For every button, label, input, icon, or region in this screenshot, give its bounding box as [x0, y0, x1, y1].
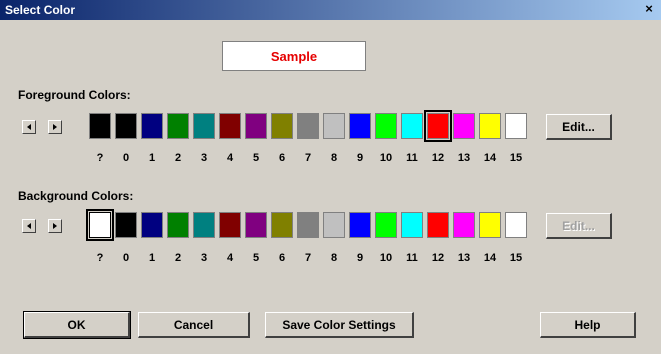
fg-swatch-1[interactable] [141, 113, 163, 139]
fg-swatch-12[interactable] [424, 110, 452, 142]
bg-swatch-4[interactable] [219, 212, 241, 238]
bg-swatch-label: 5 [252, 252, 260, 264]
bg-swatch-12[interactable] [427, 212, 449, 238]
bg-swatch-0[interactable] [115, 212, 137, 238]
fg-swatch-label: 14 [483, 152, 497, 164]
fg-swatch-label: 1 [148, 152, 156, 164]
fg-swatch-label: 5 [252, 152, 260, 164]
fg-swatch-8[interactable] [323, 113, 345, 139]
cancel-button[interactable]: Cancel [138, 312, 250, 338]
fg-swatch-7[interactable] [297, 113, 319, 139]
bg-swatch-5[interactable] [245, 212, 267, 238]
fg-swatch-label: 6 [278, 152, 286, 164]
sample-preview: Sample [222, 41, 366, 71]
bg-swatch-label: 3 [200, 252, 208, 264]
fg-swatch-label: 15 [509, 152, 523, 164]
help-button[interactable]: Help [540, 312, 636, 338]
fg-swatch-0[interactable] [115, 113, 137, 139]
bg-swatch-label: 12 [431, 252, 445, 264]
bg-swatch-default[interactable] [86, 209, 114, 241]
fg-swatch-11[interactable] [401, 113, 423, 139]
bg-scroll-left-button[interactable] [22, 219, 36, 233]
bg-swatch-label: 1 [148, 252, 156, 264]
fg-swatch-label: 2 [174, 152, 182, 164]
fg-swatch-4[interactable] [219, 113, 241, 139]
bg-swatch-7[interactable] [297, 212, 319, 238]
fg-swatch-label: 11 [406, 152, 418, 164]
save-color-settings-button[interactable]: Save Color Settings [265, 312, 414, 338]
fg-swatch-default[interactable] [89, 113, 111, 139]
fg-swatch-label: 0 [122, 152, 130, 164]
right-arrow-icon [53, 223, 57, 229]
fg-swatch-label: 10 [379, 152, 393, 164]
bg-swatch-3[interactable] [193, 212, 215, 238]
fg-swatch-label: 9 [356, 152, 364, 164]
fg-swatch-13[interactable] [453, 113, 475, 139]
right-arrow-icon [53, 124, 57, 130]
bg-swatch-label: 0 [122, 252, 130, 264]
fg-swatch-10[interactable] [375, 113, 397, 139]
bg-swatch-2[interactable] [167, 212, 189, 238]
bg-swatch-label: 15 [509, 252, 523, 264]
bg-swatch-8[interactable] [323, 212, 345, 238]
bg-swatch-label: 7 [304, 252, 312, 264]
bg-swatch-label: 6 [278, 252, 286, 264]
title-bar: Select Color × [0, 0, 661, 20]
fg-swatch-label: 12 [431, 152, 445, 164]
bg-swatch-label: 9 [356, 252, 364, 264]
fg-swatch-label: 4 [226, 152, 234, 164]
bg-swatch-14[interactable] [479, 212, 501, 238]
window-title: Select Color [5, 3, 76, 17]
bg-swatch-1[interactable] [141, 212, 163, 238]
fg-swatch-15[interactable] [505, 113, 527, 139]
fg-edit-button[interactable]: Edit... [546, 114, 612, 140]
left-arrow-icon [27, 223, 31, 229]
fg-swatch-5[interactable] [245, 113, 267, 139]
bg-swatch-label: 14 [483, 252, 497, 264]
bg-scroll-right-button[interactable] [48, 219, 62, 233]
bg-swatch-13[interactable] [453, 212, 475, 238]
fg-swatch-label: 7 [304, 152, 312, 164]
foreground-colors-label: Foreground Colors: [18, 88, 131, 102]
fg-scroll-right-button[interactable] [48, 120, 62, 134]
fg-swatch-14[interactable] [479, 113, 501, 139]
fg-swatch-label: 8 [330, 152, 338, 164]
fg-swatch-2[interactable] [167, 113, 189, 139]
background-colors-label: Background Colors: [18, 189, 134, 203]
bg-swatch-label: 10 [379, 252, 393, 264]
fg-scroll-left-button[interactable] [22, 120, 36, 134]
bg-swatch-9[interactable] [349, 212, 371, 238]
ok-button[interactable]: OK [23, 311, 131, 339]
bg-swatch-label: 8 [330, 252, 338, 264]
bg-edit-button[interactable]: Edit... [546, 213, 612, 239]
bg-swatch-label: 13 [457, 252, 471, 264]
bg-swatch-label: ? [96, 252, 104, 264]
bg-swatch-6[interactable] [271, 212, 293, 238]
fg-swatch-label: ? [96, 152, 104, 164]
fg-swatch-label: 13 [457, 152, 471, 164]
fg-swatch-label: 3 [200, 152, 208, 164]
bg-swatch-11[interactable] [401, 212, 423, 238]
fg-swatch-3[interactable] [193, 113, 215, 139]
close-icon[interactable]: × [641, 2, 657, 16]
left-arrow-icon [27, 124, 31, 130]
bg-swatch-10[interactable] [375, 212, 397, 238]
fg-swatch-6[interactable] [271, 113, 293, 139]
bg-swatch-15[interactable] [505, 212, 527, 238]
bg-swatch-label: 2 [174, 252, 182, 264]
bg-swatch-label: 4 [226, 252, 234, 264]
bg-swatch-label: 11 [406, 252, 418, 264]
fg-swatch-9[interactable] [349, 113, 371, 139]
